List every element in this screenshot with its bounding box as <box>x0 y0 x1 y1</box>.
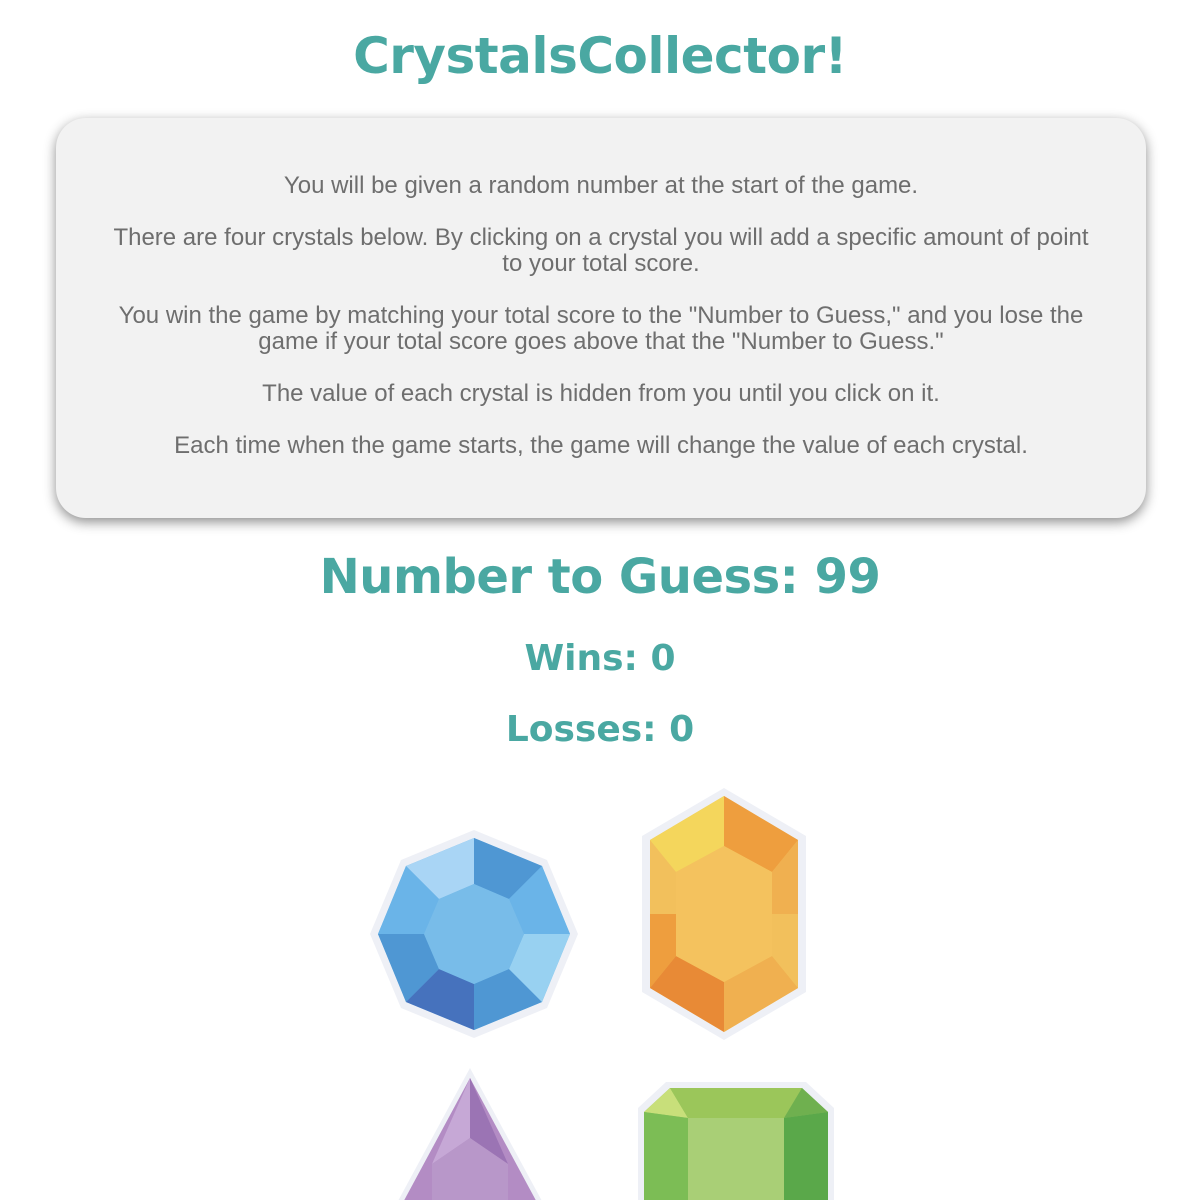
instruction-text: You will be given a random number at the… <box>283 172 919 199</box>
green-crystal-button[interactable] <box>636 1080 836 1200</box>
wins-counter: Wins: 0 <box>524 638 676 679</box>
purple-crystal-button[interactable] <box>372 1068 568 1200</box>
green-emerald-gem-icon <box>638 1082 834 1200</box>
orange-hexagon-gem-icon <box>642 788 806 1040</box>
instruction-text: The value of each crystal is hidden from… <box>262 380 940 407</box>
page-title: CrystalsCollector! <box>353 27 847 85</box>
instruction-text: You win the game by matching your total … <box>118 302 1084 355</box>
blue-crystal-button[interactable] <box>368 828 580 1040</box>
instruction-text: There are four crystals below. By clicki… <box>113 224 1089 277</box>
losses-counter: Losses: 0 <box>505 709 695 750</box>
blue-octagon-gem-icon <box>370 830 578 1038</box>
instructions-panel: You will be given a random number at the… <box>56 118 1146 518</box>
purple-triangle-gem-icon <box>398 1068 542 1200</box>
number-to-guess: Number to Guess: 99 <box>319 549 881 605</box>
orange-crystal-button[interactable] <box>636 786 812 1042</box>
instruction-text: Each time when the game starts, the game… <box>174 432 1028 459</box>
